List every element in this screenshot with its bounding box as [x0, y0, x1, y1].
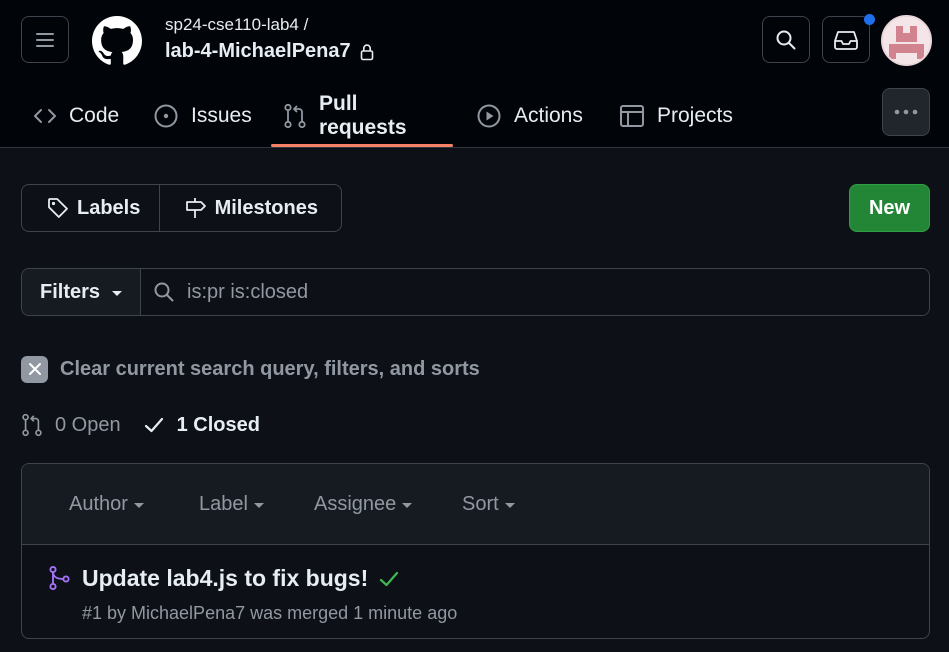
caret-down-icon — [112, 290, 123, 296]
author-filter[interactable]: Author — [69, 464, 144, 545]
x-icon — [21, 355, 48, 383]
search-icon — [776, 30, 796, 49]
search-icon — [154, 282, 174, 302]
labels-button[interactable]: Labels — [22, 185, 160, 231]
closed-prs-link[interactable]: 1 Closed — [143, 414, 260, 437]
tab-actions[interactable]: Actions — [476, 86, 583, 146]
inbox-icon — [834, 30, 858, 50]
clear-filters-label: Clear current search query, filters, and… — [60, 357, 480, 380]
git-merge-icon — [49, 565, 70, 591]
table-icon — [620, 105, 644, 127]
issue-opened-icon — [154, 104, 178, 128]
lock-icon — [360, 43, 373, 60]
tab-projects-label: Projects — [657, 104, 733, 127]
pr-title-link[interactable]: Update lab4.js to fix bugs! — [82, 565, 368, 592]
repo-owner-link[interactable]: sp24-cse110-lab4 / — [165, 15, 308, 35]
tag-icon — [48, 198, 68, 218]
open-count: 0 Open — [55, 413, 121, 436]
tab-projects[interactable]: Projects — [619, 86, 733, 146]
repo-header: sp24-cse110-lab4 / lab-4-MichaelPena7 Co… — [0, 0, 949, 148]
milestones-button[interactable]: Milestones — [160, 185, 341, 231]
sort-dropdown[interactable]: Sort — [462, 464, 515, 545]
milestone-icon — [185, 198, 206, 218]
labels-button-label: Labels — [77, 196, 141, 219]
open-prs-link[interactable]: 0 Open — [21, 413, 121, 437]
notifications-button[interactable] — [822, 14, 875, 63]
sort-label: Sort — [462, 493, 499, 515]
tab-issues-label: Issues — [191, 104, 252, 127]
play-icon — [477, 104, 501, 128]
repo-name: lab-4-MichaelPena7 — [165, 40, 375, 63]
check-icon — [144, 417, 163, 433]
notification-dot — [864, 14, 875, 25]
check-icon[interactable] — [378, 569, 400, 589]
search-button[interactable] — [762, 16, 810, 63]
new-pull-request-button[interactable]: New — [849, 184, 930, 232]
avatar-image-icon — [883, 17, 930, 64]
clear-filters-link[interactable]: Clear current search query, filters, and… — [21, 355, 480, 383]
search-input[interactable]: is:pr is:closed — [141, 269, 929, 315]
caret-down-icon — [402, 503, 413, 508]
repo-name-link[interactable]: lab-4-MichaelPena7 — [165, 40, 351, 63]
pr-title: Update lab4.js to fix bugs! — [82, 565, 400, 592]
tab-issues[interactable]: Issues — [153, 86, 252, 146]
user-avatar[interactable] — [881, 15, 932, 66]
filter-bar: Filters is:pr is:closed — [21, 268, 930, 316]
milestones-button-label: Milestones — [214, 196, 318, 219]
code-icon — [34, 109, 56, 123]
kebab-horizontal-icon — [894, 109, 918, 115]
caret-down-icon — [253, 503, 264, 508]
selected-tab-underline — [271, 144, 453, 147]
filters-label: Filters — [40, 280, 101, 303]
label-filter[interactable]: Label — [199, 464, 264, 545]
git-pull-request-icon — [284, 103, 306, 129]
search-query: is:pr is:closed — [187, 280, 309, 303]
list-item: Update lab4.js to fix bugs! #1 by Michae… — [22, 545, 929, 638]
pr-state-toggle: 0 Open 1 Closed — [21, 411, 260, 439]
git-pull-request-icon — [22, 413, 42, 437]
filters-dropdown[interactable]: Filters — [22, 269, 141, 315]
more-tabs-button[interactable] — [882, 88, 930, 136]
pr-list: Author Label Assignee Sort Update lab4.j… — [21, 463, 930, 639]
menu-button[interactable] — [21, 16, 69, 63]
caret-down-icon — [133, 503, 144, 508]
pr-list-header: Author Label Assignee Sort — [22, 464, 929, 545]
caret-down-icon — [504, 503, 515, 508]
tab-pull-requests[interactable]: Pull requests — [283, 86, 407, 146]
closed-count: 1 Closed — [176, 413, 260, 436]
github-logo-icon[interactable] — [92, 16, 142, 66]
assignee-filter-label: Assignee — [314, 493, 397, 515]
tab-code[interactable]: Code — [33, 86, 119, 146]
tab-code-label: Code — [69, 104, 120, 127]
pr-meta: #1 by MichaelPena7 was merged 1 minute a… — [82, 603, 458, 623]
author-filter-label: Author — [69, 493, 128, 515]
label-filter-label: Label — [199, 493, 248, 515]
assignee-filter[interactable]: Assignee — [314, 464, 413, 545]
hamburger-icon — [36, 32, 54, 47]
tab-actions-label: Actions — [514, 104, 583, 127]
labels-milestones-group: Labels Milestones — [21, 184, 342, 232]
tab-pull-requests-label: Pull requests — [319, 92, 407, 139]
